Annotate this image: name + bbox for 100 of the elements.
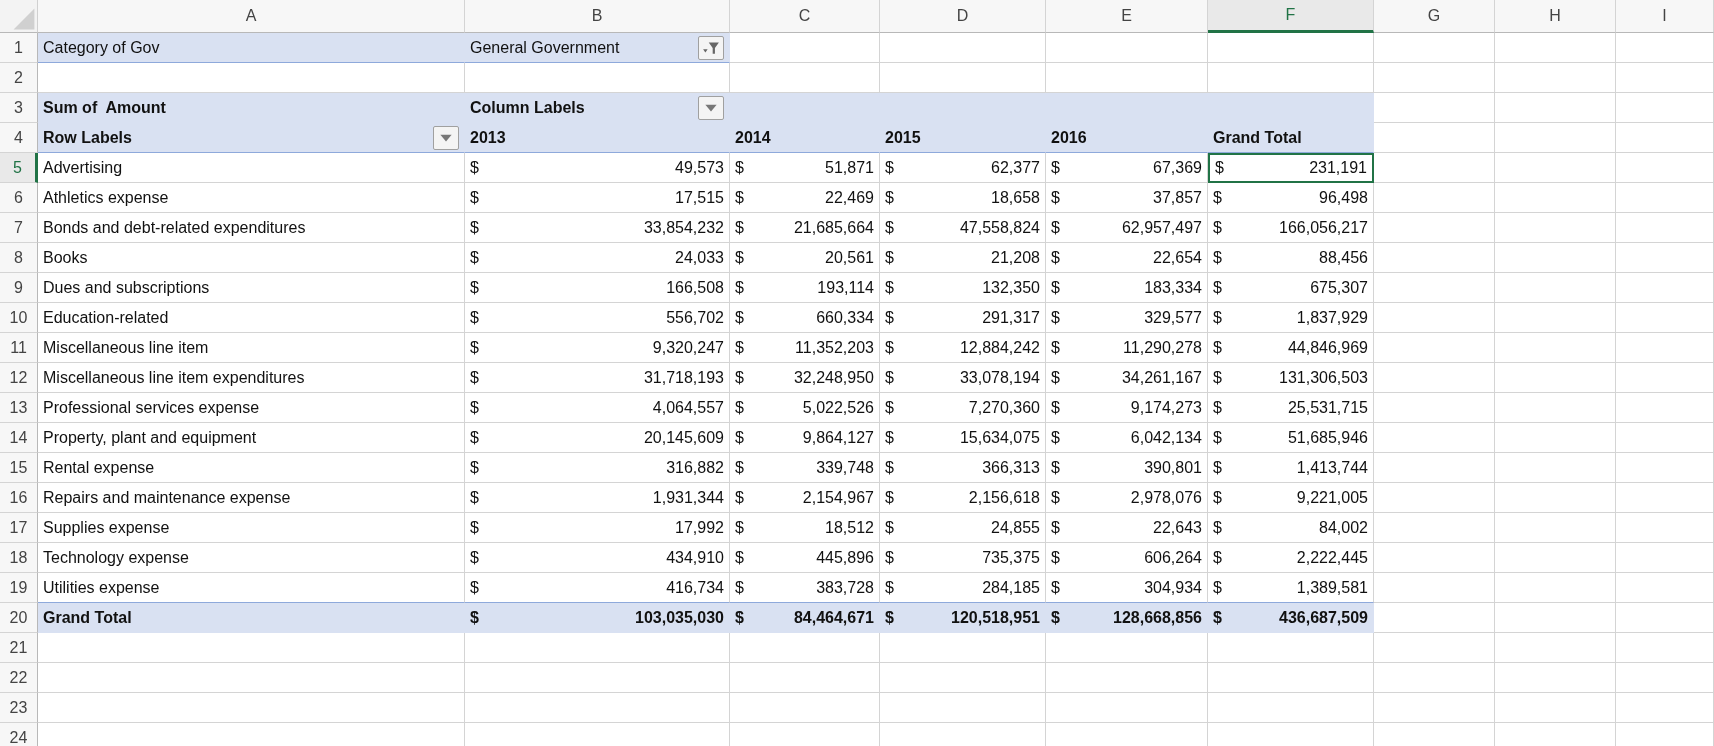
column-header[interactable]: H (1495, 0, 1616, 33)
row-header[interactable]: 23 (0, 693, 38, 723)
row-header[interactable]: 14 (0, 423, 38, 453)
cell-value: 366,313 (982, 458, 1040, 477)
row-header[interactable]: 24 (0, 723, 38, 746)
currency-symbol: $ (1213, 368, 1222, 387)
cell-value: 675,307 (1310, 278, 1368, 297)
cell-value: 20,561 (825, 248, 874, 267)
filter-dropdown-button[interactable] (698, 35, 724, 60)
row-header[interactable]: 4 (0, 123, 38, 153)
cell-value: 128,668,856 (1113, 608, 1202, 627)
cell-value: 21,685,664 (793, 218, 874, 237)
column-header[interactable]: C (730, 0, 880, 33)
cell-value: 132,350 (982, 278, 1040, 297)
row-header[interactable]: 12 (0, 363, 38, 393)
currency-symbol: $ (1213, 518, 1222, 537)
currency-symbol: $ (1213, 488, 1222, 507)
row-header[interactable]: 11 (0, 333, 38, 363)
currency-symbol: $ (470, 608, 479, 627)
cell-text: Column Labels (470, 98, 585, 117)
currency-symbol: $ (885, 428, 894, 447)
currency-symbol: $ (1051, 248, 1060, 267)
table-cell: Supplies expense (38, 513, 465, 543)
cell-value: 291,317 (982, 308, 1040, 327)
column-header[interactable]: G (1374, 0, 1495, 33)
row-header[interactable]: 20 (0, 603, 38, 633)
row-header[interactable]: 17 (0, 513, 38, 543)
row-header[interactable]: 15 (0, 453, 38, 483)
pivot-header-cell: Sum of Amount (38, 93, 465, 123)
cell-value: 62,377 (991, 158, 1040, 177)
cell-value: 166,508 (666, 278, 724, 297)
currency-symbol: $ (470, 338, 479, 357)
table-cell: Professional services expense (38, 393, 465, 423)
row-header[interactable]: 10 (0, 303, 38, 333)
cell-value: 84,464,671 (793, 608, 874, 627)
cell-value: 284,185 (982, 578, 1040, 597)
currency-symbol: $ (1051, 548, 1060, 567)
currency-symbol: $ (470, 188, 479, 207)
cell-value: 329,577 (1144, 308, 1202, 327)
dropdown-button[interactable] (698, 95, 724, 120)
currency-symbol: $ (470, 368, 479, 387)
cell-value: 5,022,526 (802, 398, 874, 417)
cell-value: 9,221,005 (1296, 488, 1368, 507)
table-cell: Technology expense (38, 543, 465, 573)
currency-symbol: $ (885, 158, 894, 177)
column-header[interactable]: B (465, 0, 730, 33)
row-header[interactable]: 6 (0, 183, 38, 213)
table-cell: Bonds and debt-related expenditures (38, 213, 465, 243)
row-header[interactable]: 9 (0, 273, 38, 303)
row-header[interactable]: 8 (0, 243, 38, 273)
cell-value: 34,261,167 (1121, 368, 1202, 387)
pivot-header-cell: 2014 (730, 123, 880, 153)
column-header[interactable]: F (1208, 0, 1374, 33)
cell-value: 606,264 (1144, 548, 1202, 567)
currency-symbol: $ (735, 218, 744, 237)
currency-symbol: $ (885, 338, 894, 357)
cell-value: 21,208 (991, 248, 1040, 267)
row-header[interactable]: 16 (0, 483, 38, 513)
cell-value: 9,320,247 (652, 338, 724, 357)
row-header[interactable]: 2 (0, 63, 38, 93)
currency-symbol: $ (470, 578, 479, 597)
pivot-header-cell: 2016 (1046, 123, 1208, 153)
currency-symbol: $ (470, 458, 479, 477)
cell-value: 17,992 (675, 518, 724, 537)
currency-symbol: $ (1213, 248, 1222, 267)
cell-value: 131,306,503 (1279, 368, 1368, 387)
row-header[interactable]: 7 (0, 213, 38, 243)
row-header[interactable]: 21 (0, 633, 38, 663)
currency-symbol: $ (885, 608, 894, 627)
table-cell: Miscellaneous line item expenditures (38, 363, 465, 393)
row-header[interactable]: 18 (0, 543, 38, 573)
currency-symbol: $ (735, 308, 744, 327)
currency-symbol: $ (1051, 608, 1060, 627)
currency-symbol: $ (1213, 548, 1222, 567)
currency-symbol: $ (470, 548, 479, 567)
row-header[interactable]: 13 (0, 393, 38, 423)
row-header[interactable]: 19 (0, 573, 38, 603)
currency-symbol: $ (1051, 188, 1060, 207)
column-header[interactable]: I (1616, 0, 1714, 33)
currency-symbol: $ (885, 488, 894, 507)
cell-value: 20,145,609 (643, 428, 724, 447)
currency-symbol: $ (1051, 308, 1060, 327)
row-header[interactable]: 5 (0, 153, 38, 183)
cell-value: 33,078,194 (959, 368, 1040, 387)
column-header[interactable]: A (38, 0, 465, 33)
cell-value: 84,002 (1319, 518, 1368, 537)
cell-value: 33,854,232 (643, 218, 724, 237)
currency-symbol: $ (1051, 368, 1060, 387)
row-header[interactable]: 3 (0, 93, 38, 123)
cell-value: 2,978,076 (1130, 488, 1202, 507)
column-header[interactable]: E (1046, 0, 1208, 33)
row-header[interactable]: 22 (0, 663, 38, 693)
row-header[interactable]: 1 (0, 33, 38, 63)
currency-symbol: $ (1051, 278, 1060, 297)
cell-value: 12,884,242 (959, 338, 1040, 357)
dropdown-button[interactable] (433, 125, 459, 150)
cell-value: 62,957,497 (1121, 218, 1202, 237)
column-header[interactable]: D (880, 0, 1046, 33)
currency-symbol: $ (735, 608, 744, 627)
currency-symbol: $ (1213, 188, 1222, 207)
